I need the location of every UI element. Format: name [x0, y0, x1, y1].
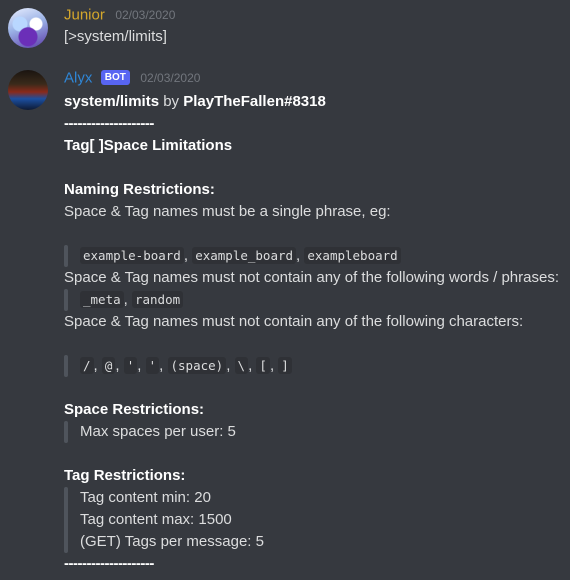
tag-heading: Tag Restrictions: — [64, 467, 186, 484]
example-code: exampleboard — [304, 247, 401, 264]
chars-quote-bar — [64, 355, 68, 377]
alyx-avatar[interactable] — [8, 70, 48, 110]
chars-list: /, @, ', ', (space), \, [, ] — [80, 355, 292, 377]
tag-min-text: Tag content min: 20 — [80, 489, 211, 506]
junior-avatar[interactable] — [8, 8, 48, 48]
word-code: random — [131, 291, 184, 308]
space-quote-bar — [64, 421, 68, 443]
separator-top: -------------------- — [64, 115, 154, 132]
examples-list: example-board, example_board, exampleboa… — [80, 245, 401, 267]
bot-badge: BOT — [100, 70, 130, 86]
tag-max-text: Tag content max: 1500 — [80, 511, 232, 528]
alyx-username[interactable]: Alyx — [64, 69, 92, 86]
alyx-message-header: Alyx BOT 02/03/2020 — [64, 69, 200, 87]
space-heading: Space Restrictions: — [64, 401, 205, 418]
word-code: _meta — [80, 291, 124, 308]
tag-get-text: (GET) Tags per message: 5 — [80, 533, 264, 550]
max-spaces-text: Max spaces per user: 5 — [80, 423, 236, 440]
command-name: system/limits — [64, 93, 160, 110]
char-code: @ — [101, 357, 116, 374]
junior-message-text: [>system/limits] — [64, 28, 167, 45]
char-code: ' — [145, 357, 160, 374]
junior-username[interactable]: Junior — [64, 6, 105, 23]
char-code: [ — [256, 357, 270, 374]
words-list: _meta, random — [80, 289, 184, 311]
example-code: example_board — [192, 247, 297, 264]
example-code: example-board — [80, 247, 184, 264]
tag-quote-bar — [64, 487, 68, 553]
author-name: PlayTheFallen#8318 — [183, 93, 326, 110]
char-code: (space) — [167, 357, 227, 374]
naming-line-2: Space & Tag names must not contain any o… — [64, 269, 559, 286]
embed-title: system/limits by PlayTheFallen#8318 — [64, 91, 326, 113]
char-code: ] — [278, 357, 292, 374]
naming-line-3: Space & Tag names must not contain any o… — [64, 313, 524, 330]
junior-timestamp: 02/03/2020 — [115, 7, 176, 22]
examples-quote-bar — [64, 245, 68, 267]
words-quote-bar — [64, 289, 68, 311]
naming-line-1: Space & Tag names must be a single phras… — [64, 203, 391, 220]
char-code: / — [80, 357, 94, 374]
junior-message-header: Junior 02/03/2020 — [64, 6, 175, 24]
char-code: ' — [123, 357, 138, 374]
naming-heading: Naming Restrictions: — [64, 181, 215, 198]
separator-bottom: -------------------- — [64, 555, 154, 572]
alyx-timestamp: 02/03/2020 — [140, 70, 201, 85]
by-text: by — [159, 93, 184, 110]
limitations-heading: Tag[ ]Space Limitations — [64, 137, 233, 154]
char-code: \ — [234, 357, 249, 374]
